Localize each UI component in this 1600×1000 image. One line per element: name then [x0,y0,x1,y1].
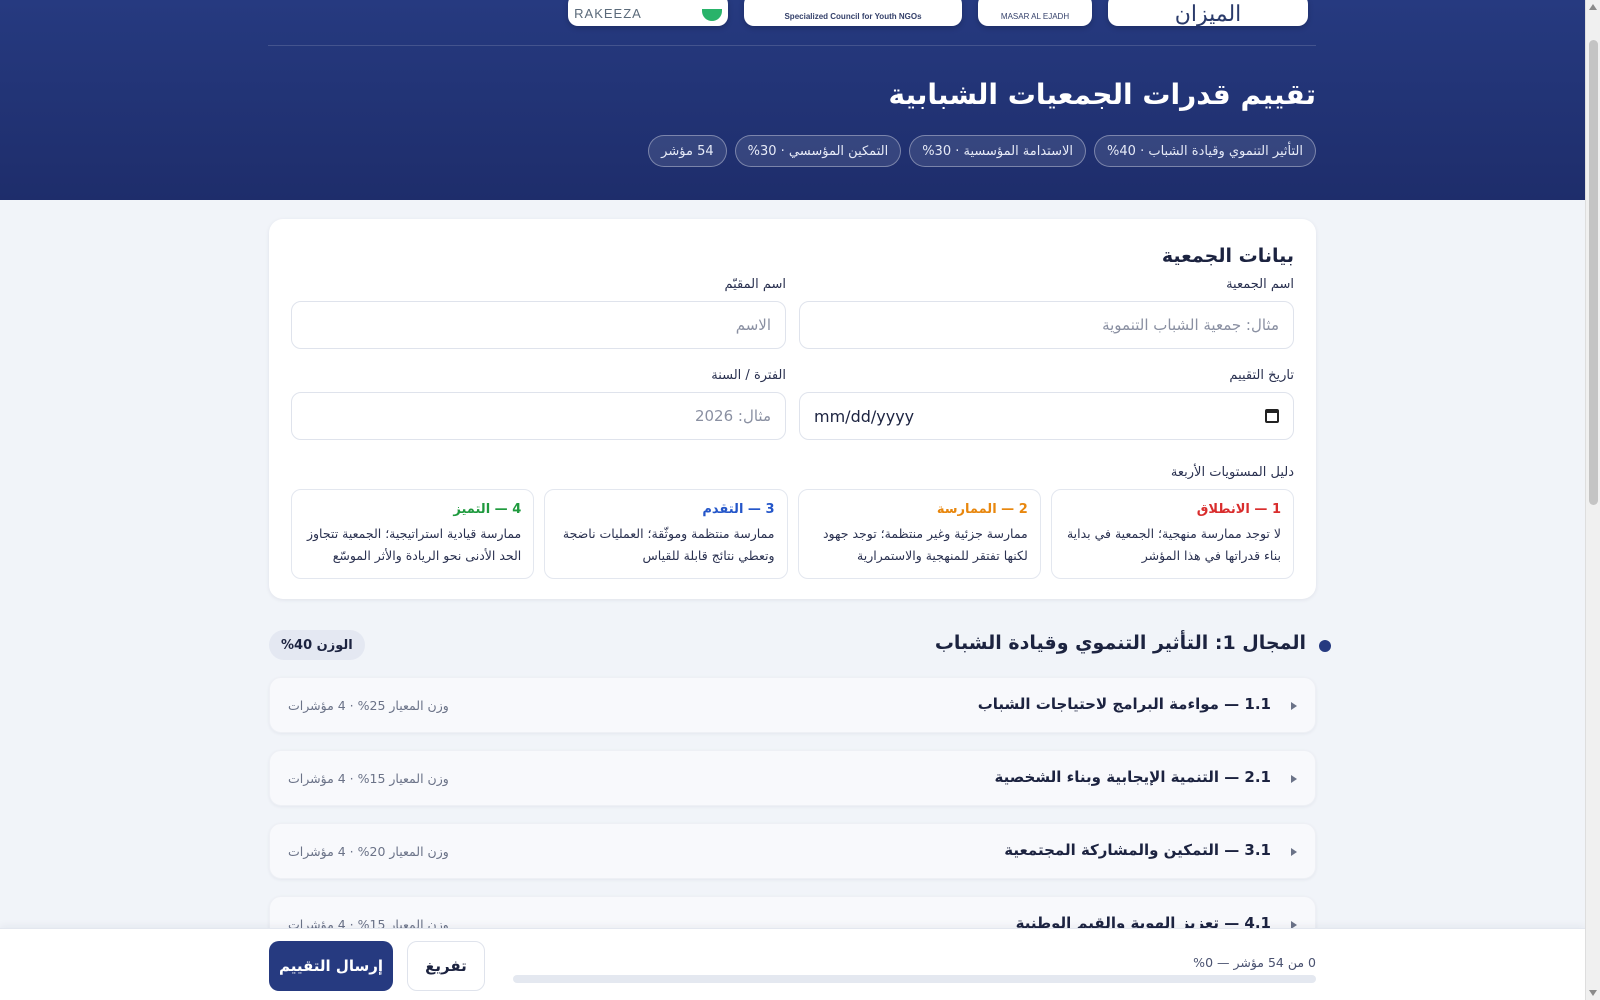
header-banner: RAKEEZA Specialized Council for Youth NG… [0,0,1585,200]
submit-assessment-button[interactable]: إرسال التقييم [269,941,393,991]
domain-bullet-icon [1319,640,1331,652]
chip-domain-2: الاستدامة المؤسسية · 30% [909,135,1087,167]
logo-youth-council: Specialized Council for Youth NGOs [744,0,962,26]
progress-label: 0 من 54 مؤشر — 0% [1193,955,1316,970]
period-label: الفترة / السنة [711,368,786,383]
clear-button[interactable]: تفريغ [407,941,485,991]
scroll-thumb[interactable] [1589,40,1598,505]
logo-rakeeza: RAKEEZA [568,0,728,26]
scroll-up-icon[interactable] [1589,4,1597,10]
level-title: 3 — التقدم [702,502,775,517]
date-value: mm/dd/yyyy [814,406,915,426]
logo-masar-al-ejadh: MASAR AL EJADH [978,0,1092,26]
action-bar: إرسال التقييم تفريغ 0 من 54 مؤشر — 0% [0,928,1585,1000]
expand-arrow-icon [1291,702,1297,710]
scroll-down-icon[interactable] [1589,990,1597,996]
domain-title: المجال 1: التأثير التنموي وقيادة الشباب [934,632,1306,654]
level-description: لا توجد ممارسة منهجية؛ الجمعية في بداية … [1066,526,1281,563]
level-card-1: 1 — الانطلاق لا توجد ممارسة منهجية؛ الجم… [1050,489,1294,579]
assessment-date-input[interactable]: mm/dd/yyyy [799,392,1294,440]
level-card-3: 3 — التقدم ممارسة منتظمة وموثّقة؛ العملي… [544,489,788,579]
period-input[interactable] [291,392,786,440]
assessment-date-label: تاريخ التقييم [1229,368,1294,383]
calendar-icon[interactable] [1265,409,1279,423]
progress-bar [513,975,1316,983]
criterion-title: 3.1 — التمكين والمشاركة المجتمعية [1004,841,1271,859]
level-card-2: 2 — الممارسة ممارسة جزئية وغير منتظمة؛ ت… [797,489,1041,579]
chip-domain-1: التأثير التنموي وقيادة الشباب · 40% [1094,135,1316,167]
level-description: ممارسة جزئية وغير منتظمة؛ توجد جهود لكنه… [822,526,1028,563]
logo-almeezan: الميزان [1108,0,1308,26]
header-divider [268,45,1316,46]
page-scrollbar[interactable] [1585,0,1600,1000]
card-title: بيانات الجمعية [1161,245,1294,267]
assessor-name-input[interactable] [291,301,786,349]
assessor-name-label: اسم المقيّم [724,277,786,292]
criterion-title: 1.1 — مواءمة البرامج لاحتياجات الشباب [977,695,1271,713]
criterion-meta: وزن المعيار 15% · 4 مؤشرات [288,771,449,786]
org-name-input[interactable] [799,301,1294,349]
criterion-meta: وزن المعيار 25% · 4 مؤشرات [288,698,449,713]
chip-indicator-count: 54 مؤشر [648,135,727,167]
association-info-card: بيانات الجمعية اسم الجمعية اسم المقيّم ت… [269,219,1316,599]
expand-arrow-icon [1291,775,1297,783]
level-description: ممارسة منتظمة وموثّقة؛ العمليات ناضجة وت… [562,526,775,563]
level-title: 4 — التميز [453,502,522,517]
criterion-accordion-3[interactable]: 3.1 — التمكين والمشاركة المجتمعية وزن ال… [269,823,1316,879]
level-title: 1 — الانطلاق [1196,502,1281,517]
summary-chips: التأثير التنموي وقيادة الشباب · 40% الاس… [648,135,1316,167]
page-title: تقييم قدرات الجمعيات الشبابية [888,78,1316,111]
level-description: ممارسة قيادية استراتيجية؛ الجمعية تتجاوز… [306,526,522,563]
rakeeza-mark-icon [701,9,722,21]
level-card-4: 4 — التميز ممارسة قيادية استراتيجية؛ الج… [291,489,535,579]
level-title: 2 — الممارسة [936,502,1028,517]
levels-guide: 1 — الانطلاق لا توجد ممارسة منهجية؛ الجم… [291,489,1294,579]
criterion-accordion-2[interactable]: 2.1 — التنمية الإيجابية وبناء الشخصية وز… [269,750,1316,806]
chip-domain-3: التمكين المؤسسي · 30% [734,135,902,167]
criterion-title: 2.1 — التنمية الإيجابية وبناء الشخصية [994,768,1271,786]
levels-guide-label: دليل المستويات الأربعة [1170,465,1294,480]
partner-logos: RAKEEZA Specialized Council for Youth NG… [568,0,1318,26]
expand-arrow-icon [1291,848,1297,856]
domain-weight-badge: الوزن 40% [269,630,365,660]
criterion-meta: وزن المعيار 20% · 4 مؤشرات [288,844,449,859]
domain-header: المجال 1: التأثير التنموي وقيادة الشباب … [269,628,1331,664]
org-name-label: اسم الجمعية [1226,277,1294,292]
criterion-accordion-1[interactable]: 1.1 — مواءمة البرامج لاحتياجات الشباب وز… [269,677,1316,733]
